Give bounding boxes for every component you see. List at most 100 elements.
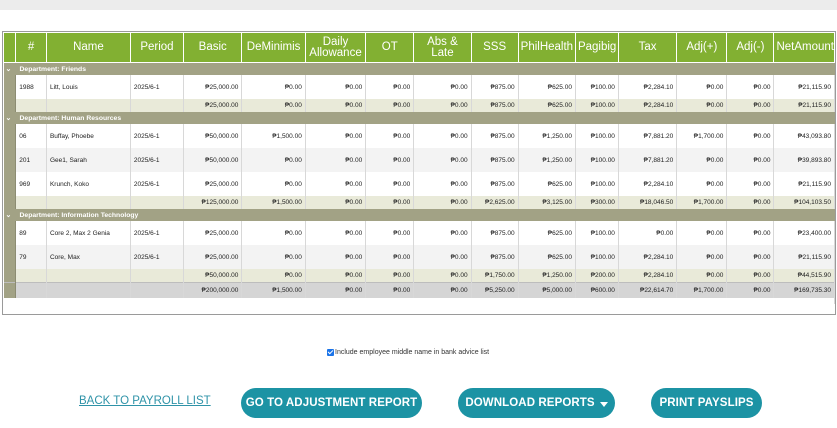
table-cell: 89 [15, 221, 47, 245]
table-cell: Krunch, Koko [46, 172, 131, 196]
header-spacer [3, 32, 17, 63]
group-label: Department: Information Technology [19, 212, 139, 219]
grand-total-cell: ₱0.00 [726, 282, 775, 298]
table-cell: ₱625.00 [518, 75, 576, 99]
row-indent [3, 282, 17, 298]
subtotal-row: ₱50,000.00 ₱0.00 ₱0.00 ₱0.00 ₱0.00 ₱1,750.00 ₱… [3, 269, 835, 283]
column-header: Tax [617, 32, 678, 63]
subtotal-blank [130, 196, 185, 209]
group-row[interactable]: ⌄ Department: Human Resources [3, 112, 835, 124]
table-cell: ₱0.00 [365, 245, 415, 269]
download-reports-button[interactable]: DOWNLOAD REPORTS [458, 388, 615, 418]
grand-total-blank [15, 282, 47, 298]
table-body: ⌄ Department: Friends 1988 Litt, Louis 2025/… [3, 62, 835, 304]
group-row[interactable]: ⌄ Department: Friends [3, 62, 835, 75]
table-cell: ₱0.00 [413, 75, 472, 99]
subtotal-blank [46, 99, 131, 112]
row-indent [3, 196, 17, 209]
table-cell: ₱0.00 [365, 221, 415, 245]
chevron-down-icon[interactable]: ⌄ [6, 114, 12, 122]
table-cell: ₱0.00 [365, 148, 415, 172]
group-header[interactable]: ⌄ Department: Human Resources [3, 112, 835, 124]
subtotal-cell: ₱0.00 [365, 99, 415, 112]
table-cell: ₱0.00 [413, 148, 472, 172]
row-indent [3, 245, 17, 269]
middle-name-option: Include employee middle name in bank adv… [327, 349, 489, 356]
group-row[interactable]: ⌄ Department: Information Technology [3, 209, 835, 221]
group-label: Department: Friends [19, 66, 86, 73]
table-cell: Buffay, Phoebe [46, 124, 131, 148]
subtotal-cell: ₱0.00 [726, 99, 775, 112]
column-header: Name [45, 32, 131, 63]
subtotal-cell: ₱0.00 [413, 196, 472, 209]
chevron-down-icon[interactable]: ⌄ [6, 211, 12, 219]
grand-total-cell: ₱0.00 [305, 282, 367, 298]
table-cell: Core, Max [46, 245, 131, 269]
subtotal-cell: ₱1,700.00 [676, 196, 728, 209]
filler-row [3, 298, 835, 304]
column-header: Pagibig [574, 32, 619, 63]
table-row[interactable]: 1988 Litt, Louis 2025/6-1 ₱25,000.00 ₱0.00 ₱0… [3, 75, 835, 99]
subtotal-blank [15, 99, 47, 112]
subtotal-cell: ₱0.00 [305, 196, 367, 209]
subtotal-cell: ₱2,625.00 [471, 196, 519, 209]
adjustment-report-button[interactable]: GO TO ADJUSTMENT REPORT [241, 388, 422, 418]
back-to-payroll-link[interactable]: BACK TO PAYROLL LIST [79, 395, 211, 407]
row-indent [3, 221, 17, 245]
subtotal-cell: ₱1,250.00 [518, 269, 576, 283]
group-header[interactable]: ⌄ Department: Information Technology [3, 209, 835, 221]
row-indent [3, 148, 17, 172]
table-cell: ₱21,115.90 [773, 245, 835, 269]
table-cell: ₱43,093.80 [773, 124, 835, 148]
print-payslips-button[interactable]: PRINT PAYSLIPS [651, 388, 762, 418]
row-indent [3, 269, 17, 283]
subtotal-cell: ₱1,750.00 [471, 269, 519, 283]
grand-total-blank [130, 282, 185, 298]
chevron-down-icon[interactable]: ⌄ [6, 65, 12, 73]
middle-name-checkbox-label: Include employee middle name in bank adv… [335, 349, 490, 356]
column-header: PhilHealth [517, 32, 576, 63]
table-cell: ₱0.00 [413, 245, 472, 269]
column-header: # [15, 32, 47, 63]
table-cell: ₱25,000.00 [183, 221, 243, 245]
adjustment-report-button-label: GO TO ADJUSTMENT REPORT [245, 397, 418, 409]
table-cell: 201 [15, 148, 47, 172]
table-cell: ₱1,500.00 [241, 124, 306, 148]
table-cell: ₱0.00 [305, 75, 367, 99]
table-cell: ₱1,700.00 [676, 124, 728, 148]
table-cell: ₱100.00 [575, 172, 619, 196]
table-cell: ₱875.00 [471, 148, 519, 172]
table-cell: 2025/6-1 [130, 172, 185, 196]
table-row[interactable]: 969 Krunch, Koko 2025/6-1 ₱25,000.00 ₱0.00 ₱0… [3, 172, 835, 196]
table-cell: ₱2,284.10 [618, 75, 678, 99]
table-cell: ₱100.00 [575, 148, 619, 172]
subtotal-cell: ₱0.00 [676, 269, 728, 283]
grand-total-cell: ₱22,614.70 [618, 282, 678, 298]
middle-name-checkbox[interactable] [327, 349, 334, 356]
table-row[interactable]: 79 Core, Max 2025/6-1 ₱25,000.00 ₱0.00 ₱0.00 ₱… [3, 245, 835, 269]
column-header: Period [129, 32, 185, 63]
table-cell: ₱875.00 [471, 124, 519, 148]
table-row[interactable]: 201 Gee1, Sarah 2025/6-1 ₱50,000.00 ₱0.00 ₱0.… [3, 148, 835, 172]
table-row[interactable]: 06 Buffay, Phoebe 2025/6-1 ₱50,000.00 ₱1,500… [3, 124, 835, 148]
table-row[interactable]: 89 Core 2, Max 2 Genia 2025/6-1 ₱25,000.00 ₱… [3, 221, 835, 245]
payroll-grid: # Name Period Basic DeMinimis Daily Allowance… [2, 31, 836, 315]
subtotal-row: ₱25,000.00 ₱0.00 ₱0.00 ₱0.00 ₱0.00 ₱875.00 ₱62… [3, 99, 835, 112]
table-cell: ₱0.00 [305, 245, 367, 269]
download-reports-button-label: DOWNLOAD REPORTS [465, 397, 595, 409]
subtotal-row: ₱125,000.00 ₱1,500.00 ₱0.00 ₱0.00 ₱0.00 ₱2,62… [3, 196, 835, 209]
column-header: NetAmount [773, 32, 835, 63]
table-cell: 06 [15, 124, 47, 148]
table-cell: ₱0.00 [618, 221, 678, 245]
table-cell: 969 [15, 172, 47, 196]
table-cell: ₱0.00 [726, 172, 775, 196]
group-header[interactable]: ⌄ Department: Friends [3, 62, 835, 75]
table-cell: Litt, Louis [46, 75, 131, 99]
row-indent [3, 172, 17, 196]
table-cell: ₱0.00 [365, 75, 415, 99]
subtotal-cell: ₱18,046.50 [618, 196, 678, 209]
table-cell: ₱875.00 [471, 75, 519, 99]
table-cell: ₱2,284.10 [618, 245, 678, 269]
table-cell: ₱0.00 [241, 148, 306, 172]
subtotal-cell: ₱200.00 [575, 269, 619, 283]
